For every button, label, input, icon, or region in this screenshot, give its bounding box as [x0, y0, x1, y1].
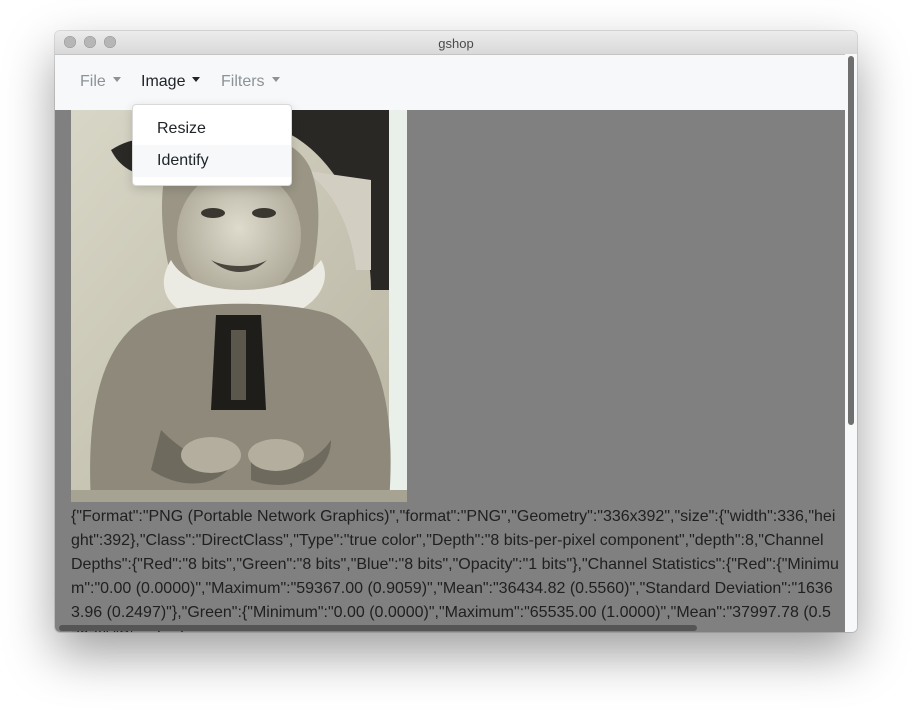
chevron-down-icon — [112, 77, 121, 83]
menu-file-label: File — [80, 73, 106, 90]
menu-image-label: Image — [141, 73, 186, 90]
vertical-scrollbar[interactable] — [845, 54, 857, 632]
menu-item-identify[interactable]: Identify — [133, 145, 291, 177]
menu-file[interactable]: File — [80, 73, 121, 91]
horizontal-scrollbar[interactable] — [55, 624, 845, 632]
window-title: gshop — [438, 36, 474, 51]
identify-output-text: {"Format":"PNG (Portable Network Graphic… — [71, 508, 839, 632]
image-canvas: {"Format":"PNG (Portable Network Graphic… — [55, 110, 845, 632]
menu-bar: File Image Filters — [55, 55, 857, 110]
horizontal-scroll-thumb[interactable] — [59, 625, 697, 631]
menu-item-resize[interactable]: Resize — [133, 113, 291, 145]
image-menu-dropdown: Resize Identify — [132, 104, 292, 186]
menu-filters[interactable]: Filters — [221, 73, 280, 91]
chevron-down-icon — [271, 77, 280, 83]
vertical-scroll-thumb[interactable] — [848, 56, 854, 425]
menu-image[interactable]: Image — [141, 73, 201, 91]
chevron-down-icon — [192, 77, 201, 83]
menu-filters-label: Filters — [221, 73, 265, 90]
title-bar[interactable]: gshop — [55, 31, 857, 55]
